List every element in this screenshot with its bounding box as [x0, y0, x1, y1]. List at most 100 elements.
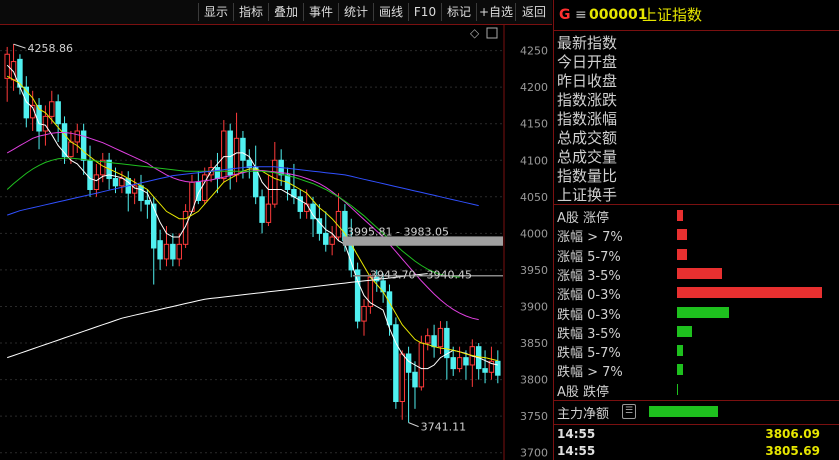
index-header: G ≡ 000001 上证指数 — [554, 0, 839, 31]
candle-body — [456, 357, 463, 370]
toolbar: 显示 指标 叠加 事件 统计 画线 F10 标记 +自选 返回 — [0, 0, 552, 25]
y-tick-label: 4250 — [520, 45, 548, 58]
candle-body — [227, 130, 233, 176]
y-tick-label: 3850 — [520, 337, 548, 350]
candle-body — [233, 137, 240, 176]
toolbar-f10-button[interactable]: F10 — [408, 3, 441, 21]
candle-body — [23, 86, 30, 119]
gap1-annotation: 3995.81 - 3983.05 — [347, 225, 449, 238]
candle-body — [482, 368, 488, 373]
distribution-label: 跌幅 > 7% — [557, 365, 623, 381]
y-tick-label: 3900 — [520, 300, 548, 313]
distribution-bar — [677, 229, 688, 241]
candle-body — [49, 101, 55, 117]
menu-icon[interactable]: ≡ — [575, 0, 587, 30]
candle-body — [361, 305, 367, 322]
distribution-label: 涨幅 3-5% — [557, 268, 621, 284]
candle-body — [176, 243, 182, 260]
distribution-bar — [677, 267, 722, 279]
annotation-pointer — [408, 422, 419, 428]
candle-body — [437, 327, 444, 348]
g-badge[interactable]: G — [559, 0, 571, 30]
distribution-label: 跌幅 3-5% — [557, 326, 621, 342]
toolbar-event-button[interactable]: 事件 — [303, 3, 338, 21]
candle-body — [393, 324, 399, 403]
kline-chart[interactable]: 4250 4200 4150 4100 4050 4000 3950 3900 3850 3800… — [0, 25, 552, 460]
candle-body — [157, 240, 163, 260]
high-annotation: 4258.86 — [28, 42, 74, 55]
turnover-rate-label: 上证换手 — [557, 186, 618, 204]
candle-body — [74, 130, 81, 143]
candle-body — [170, 243, 176, 260]
toolbar-stats-button[interactable]: 统计 — [338, 3, 373, 21]
y-tick-label: 4100 — [520, 154, 548, 167]
candle-body — [240, 137, 246, 161]
candle-body — [55, 101, 61, 125]
y-tick-label: 4000 — [520, 227, 548, 240]
candle-body — [138, 185, 144, 201]
distribution-bar — [677, 325, 692, 337]
toolbar-overlay-button[interactable]: 叠加 — [268, 3, 303, 21]
annotation-pointer — [13, 43, 26, 49]
tick-value: 3806.09 — [765, 427, 820, 441]
distribution-bar — [677, 248, 688, 260]
distribution-label: 跌幅 0-3% — [557, 307, 621, 323]
toolbar-watchlist-button[interactable]: +自选 — [476, 3, 515, 21]
candle-body — [463, 357, 469, 366]
y-tick-label: 4200 — [520, 81, 548, 94]
prev-close-label: 昨日收盘 — [557, 72, 618, 90]
ma-line — [6, 64, 498, 370]
net-flow-bar — [649, 406, 718, 417]
candle-body — [495, 360, 501, 376]
distribution-bar — [677, 364, 683, 376]
quote-panel: G ≡ 000001 上证指数 最新指数 今日开盘 昨日收盘 指数涨跌 指数涨幅… — [553, 0, 839, 460]
candle-body — [100, 159, 106, 176]
distribution-label: 涨幅 > 7% — [557, 230, 623, 246]
tick-value: 3805.69 — [765, 444, 820, 458]
tick-time: 14:55 — [557, 427, 596, 441]
candle-body — [450, 357, 456, 370]
tick-time: 14:55 — [557, 444, 596, 458]
divider — [554, 400, 839, 401]
toolbar-display-button[interactable]: 显示 — [198, 3, 233, 21]
candle-body — [68, 141, 74, 158]
toolbar-draw-button[interactable]: 画线 — [373, 3, 408, 21]
divider — [554, 204, 839, 205]
index-name: 上证指数 — [642, 6, 703, 24]
diamond-icon: ◇ — [470, 26, 480, 40]
divider — [554, 424, 839, 425]
gap2-annotation: 3943.70 - 3940.45 — [370, 269, 472, 282]
toolbar-mark-button[interactable]: 标记 — [441, 3, 476, 21]
distribution-bar — [677, 345, 683, 357]
ma-line — [6, 157, 460, 278]
candle-body — [329, 236, 335, 245]
today-open-label: 今日开盘 — [557, 53, 618, 71]
distribution-label: 跌幅 5-7% — [557, 346, 621, 362]
toolbar-indicator-button[interactable]: 指标 — [233, 3, 268, 21]
distribution-label: A股 跌停 — [557, 384, 610, 400]
candle-body — [163, 243, 170, 260]
panel-toggle-icon — [486, 27, 498, 39]
kline-chart-svg[interactable]: 4250 4200 4150 4100 4050 4000 3950 3900 3850 3800… — [0, 25, 552, 460]
volume-ratio-label: 指数量比 — [557, 167, 618, 185]
list-icon[interactable]: ☰ — [622, 404, 636, 419]
candle-body — [265, 203, 272, 223]
candle-body — [214, 167, 221, 180]
candle-body — [405, 353, 412, 373]
distribution-bar — [677, 287, 822, 299]
net-flow-label: 主力净额 — [557, 407, 610, 422]
candle-body — [386, 291, 393, 326]
candle-body — [119, 178, 125, 187]
toolbar-back-button[interactable]: 返回 — [515, 3, 552, 21]
candle-body — [42, 115, 49, 132]
turnover-amount-label: 总成交额 — [557, 129, 618, 147]
y-tick-label: 3700 — [520, 447, 548, 460]
candle-body — [303, 203, 310, 212]
candle-body — [424, 335, 431, 344]
turnover-volume-label: 总成交量 — [557, 148, 618, 166]
ma-line — [6, 75, 498, 362]
y-tick-label: 4150 — [520, 118, 548, 131]
y-tick-label: 3950 — [520, 264, 548, 277]
candle-body — [399, 353, 405, 403]
distribution-bar — [677, 210, 683, 221]
